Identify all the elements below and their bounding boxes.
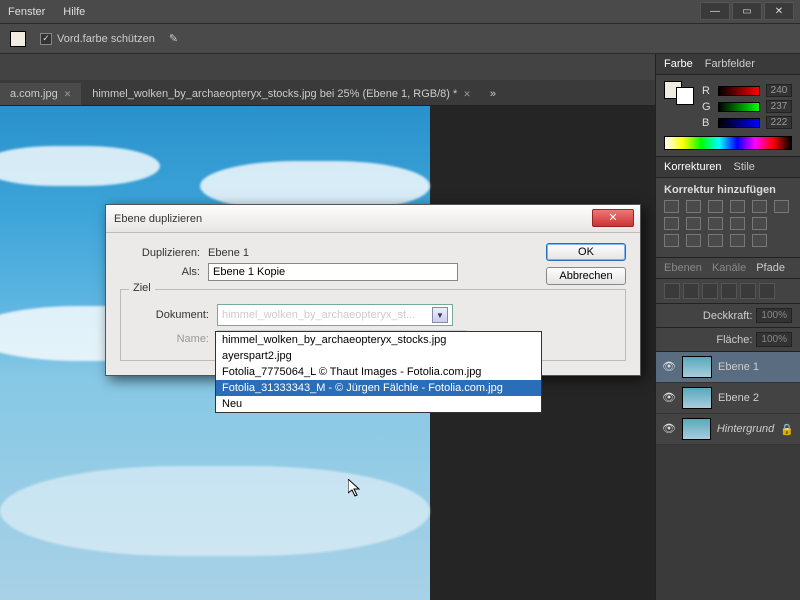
b-slider[interactable] — [718, 118, 760, 128]
layer-name: Hintergrund — [717, 423, 774, 435]
fill-label: Fläche: — [716, 334, 752, 346]
dropdown-option[interactable]: ayerspart2.jpg — [216, 348, 541, 364]
opacity-field[interactable]: 100% — [756, 308, 792, 323]
adj-icon[interactable] — [730, 217, 745, 230]
ok-button[interactable]: OK — [546, 243, 626, 261]
window-maximize[interactable]: ▭ — [732, 2, 762, 20]
adj-icon[interactable] — [686, 200, 701, 213]
r-slider[interactable] — [718, 86, 760, 96]
fill-field[interactable]: 100% — [756, 332, 792, 347]
adj-icon[interactable] — [730, 200, 745, 213]
duplicate-value: Ebene 1 — [208, 247, 249, 259]
adj-title: Korrektur hinzufügen — [664, 184, 792, 196]
dropdown-option[interactable]: Fotolia_7775064_L © Thaut Images - Fotol… — [216, 364, 541, 380]
menu-hilfe[interactable]: Hilfe — [63, 6, 85, 18]
protect-fg-checkbox[interactable] — [40, 33, 52, 45]
protect-fg-label: Vord.farbe schützen — [57, 33, 155, 45]
layer-filter-icon[interactable] — [664, 283, 680, 299]
adj-icon[interactable] — [708, 200, 723, 213]
layer-filter-icon[interactable] — [721, 283, 737, 299]
layer-row[interactable]: 👁 Ebene 1 — [656, 352, 800, 383]
tab-pfade[interactable]: Pfade — [756, 262, 785, 274]
dialog-title: Ebene duplizieren — [114, 213, 202, 225]
lock-icon: 🔒 — [780, 423, 794, 436]
adj-icon[interactable] — [752, 234, 767, 247]
window-minimize[interactable]: — — [700, 2, 730, 20]
target-legend: Ziel — [129, 282, 155, 294]
layer-thumb[interactable] — [682, 356, 712, 378]
dropdown-option[interactable]: Neu — [216, 396, 541, 412]
layer-name: Ebene 1 — [718, 361, 759, 373]
layer-row[interactable]: 👁 Ebene 2 — [656, 383, 800, 414]
name-label: Name: — [129, 333, 217, 345]
color-panel: R240 G237 B222 — [656, 75, 800, 157]
close-icon[interactable]: ✕ — [463, 89, 471, 100]
layer-filter-icon[interactable] — [702, 283, 718, 299]
chevron-down-icon[interactable]: ▼ — [432, 307, 448, 323]
adj-icon[interactable] — [774, 200, 789, 213]
g-slider[interactable] — [718, 102, 760, 112]
options-bar: Vord.farbe schützen ✎ — [0, 24, 800, 54]
adj-icon[interactable] — [708, 234, 723, 247]
tab-ebenen[interactable]: Ebenen — [664, 262, 702, 274]
as-input[interactable] — [208, 263, 458, 281]
tab-doc2[interactable]: himmel_wolken_by_archaeopteryx_stocks.jp… — [82, 83, 481, 105]
color-spectrum[interactable] — [664, 136, 792, 150]
brush-icon[interactable]: ✎ — [169, 32, 178, 45]
layer-filter-icon[interactable] — [759, 283, 775, 299]
as-label: Als: — [120, 266, 208, 278]
tab-stile[interactable]: Stile — [733, 161, 754, 173]
duplicate-label: Duplizieren: — [120, 247, 208, 259]
adj-icon[interactable] — [686, 217, 701, 230]
foreground-swatch[interactable] — [10, 31, 26, 47]
adj-icon[interactable] — [664, 200, 679, 213]
adj-icon[interactable] — [730, 234, 745, 247]
eye-icon[interactable]: 👁 — [662, 422, 676, 436]
dropdown-option[interactable]: himmel_wolken_by_archaeopteryx_stocks.jp… — [216, 332, 541, 348]
adj-icon[interactable] — [708, 217, 723, 230]
layer-name: Ebene 2 — [718, 392, 759, 404]
tab-overflow[interactable]: » — [482, 83, 504, 105]
document-dropdown-list: himmel_wolken_by_archaeopteryx_stocks.jp… — [215, 331, 542, 413]
window-close[interactable]: ✕ — [764, 2, 794, 20]
adjustments-panel: Korrektur hinzufügen — [656, 178, 800, 258]
dialog-close-button[interactable]: ✕ — [592, 209, 634, 227]
dialog-titlebar[interactable]: Ebene duplizieren ✕ — [106, 205, 640, 233]
layer-row[interactable]: 👁 Hintergrund 🔒 — [656, 414, 800, 445]
layer-filter-icon[interactable] — [740, 283, 756, 299]
bg-color[interactable] — [676, 87, 694, 105]
adj-icon[interactable] — [664, 217, 679, 230]
layer-thumb[interactable] — [682, 387, 712, 409]
tab-farbfelder[interactable]: Farbfelder — [705, 58, 755, 70]
adj-icon[interactable] — [752, 217, 767, 230]
tab-kanale[interactable]: Kanäle — [712, 262, 746, 274]
layers-panel: Ebenen Kanäle Pfade Deckkraft:100% Fläche:… — [656, 258, 800, 445]
document-combo[interactable]: himmel_wolken_by_archaeopteryx_st...▼ — [217, 304, 453, 326]
right-panels: Farbe Farbfelder R240 G237 B222 Korrektur… — [655, 54, 800, 600]
cancel-button[interactable]: Abbrechen — [546, 267, 626, 285]
adj-icon[interactable] — [686, 234, 701, 247]
eye-icon[interactable]: 👁 — [662, 360, 676, 374]
tab-doc1[interactable]: a.com.jpg✕ — [0, 83, 81, 105]
dropdown-option[interactable]: Fotolia_31333343_M - © Jürgen Fälchle - … — [216, 380, 541, 396]
tab-korrekturen[interactable]: Korrekturen — [664, 161, 721, 173]
opacity-label: Deckkraft: — [703, 310, 753, 322]
document-label: Dokument: — [129, 309, 217, 321]
tab-farbe[interactable]: Farbe — [664, 58, 693, 70]
layer-thumb[interactable] — [682, 418, 711, 440]
menu-fenster[interactable]: Fenster — [8, 6, 45, 18]
menubar: Fenster Hilfe — ▭ ✕ — [0, 0, 800, 24]
eye-icon[interactable]: 👁 — [662, 391, 676, 405]
adj-icon[interactable] — [664, 234, 679, 247]
layer-filter-icon[interactable] — [683, 283, 699, 299]
close-icon[interactable]: ✕ — [64, 89, 72, 100]
adj-icon[interactable] — [752, 200, 767, 213]
